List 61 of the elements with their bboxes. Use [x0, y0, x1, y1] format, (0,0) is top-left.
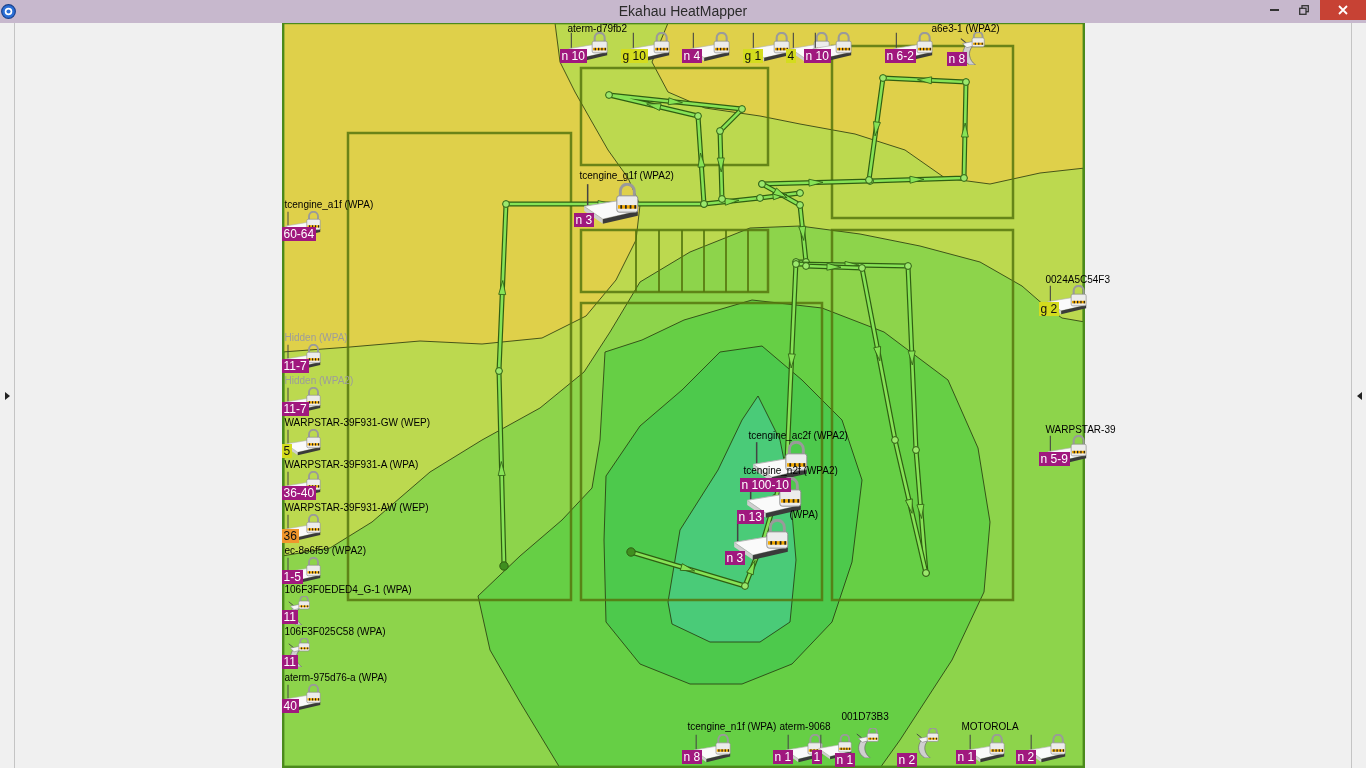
router-icon: [582, 183, 639, 225]
router-icon: [732, 519, 789, 561]
channel-badge: n 10: [559, 49, 587, 63]
channel-badge: 11: [281, 655, 298, 669]
access-point-label: 106F3F0EDED4_G-1 (WPA): [284, 584, 412, 595]
router-stand-icon: [915, 728, 940, 758]
channel-badge: n 3: [724, 551, 746, 565]
app-icon: [1, 3, 16, 19]
channel-badge: 60-64: [281, 227, 317, 241]
access-point-label: a6e3-1 (WPA2): [931, 23, 1000, 34]
window-title: Ekahau HeatMapper: [618, 2, 748, 21]
channel-badge: n 2: [1015, 750, 1037, 764]
access-point-label: tcengine_a1f (WPA): [284, 199, 374, 210]
access-point-label: tcengine_g1f (WPA2): [579, 170, 674, 181]
access-point-label: (WPA): [789, 509, 819, 520]
channel-badge: n 3: [573, 213, 595, 227]
access-point-label: WARPSTAR-39F931-GW (WEP): [284, 417, 431, 428]
access-point-label: WARPSTAR-39F931-AW (WEP): [284, 502, 429, 513]
access-point-label: aterm-d79fb2: [567, 23, 627, 34]
channel-badge: 1-5: [281, 570, 303, 584]
channel-badge: n 8: [946, 52, 968, 66]
router-stand-icon: [855, 728, 880, 758]
router-icon: [284, 429, 321, 456]
close-icon: [1338, 5, 1348, 15]
access-point-label: WARPSTAR-39F931-A (WPA): [284, 459, 419, 470]
channel-badge: 11-7: [281, 402, 309, 416]
access-point-label: tcengine_n1f (WPA): [687, 721, 777, 732]
channel-badge: n 100-10: [739, 478, 791, 492]
caret-left-icon: [1356, 391, 1362, 400]
channel-badge: n 10: [803, 49, 831, 63]
channel-badge: n 1: [955, 750, 977, 764]
caret-right-icon: [4, 391, 10, 400]
channel-badge: 11: [281, 610, 298, 624]
channel-badge: n 6-2: [884, 49, 916, 63]
access-point-label: 001D73B3: [841, 711, 889, 722]
restore-icon: [1299, 5, 1309, 15]
channel-badge: 1: [811, 750, 823, 764]
access-point-label: MOTOROLA: [961, 721, 1019, 732]
channel-badge: n 4: [681, 49, 703, 63]
channel-badge: n 5-9: [1038, 452, 1070, 466]
channel-badge: n 8: [681, 750, 703, 764]
channel-badge: 40: [281, 699, 299, 713]
access-point-label: aterm-975d76-a (WPA): [284, 672, 388, 683]
close-button[interactable]: [1320, 0, 1366, 20]
channel-badge: n 1: [834, 753, 856, 767]
channel-badge: 5: [281, 444, 293, 458]
channel-badge: 11-7: [281, 359, 309, 373]
channel-badge: n 13: [736, 510, 764, 524]
channel-badge: g 1: [742, 49, 764, 63]
channel-badge: g 10: [620, 49, 648, 63]
access-point-label: tcengine_ac2f (WPA2): [748, 430, 848, 441]
access-point-label: Hidden (WPA): [284, 332, 348, 343]
channel-badge: 4: [785, 49, 797, 63]
channel-badge: g 2: [1038, 302, 1060, 316]
channel-badge: 36: [281, 529, 299, 543]
channel-badge: n 2: [896, 753, 918, 767]
access-point-label: 106F3F025C58 (WPA): [284, 626, 386, 637]
channel-badge: n 1: [772, 750, 794, 764]
channel-badge: 36-40: [281, 486, 317, 500]
access-point-label: aterm-9068: [779, 721, 831, 732]
minimize-icon: [1269, 9, 1279, 11]
